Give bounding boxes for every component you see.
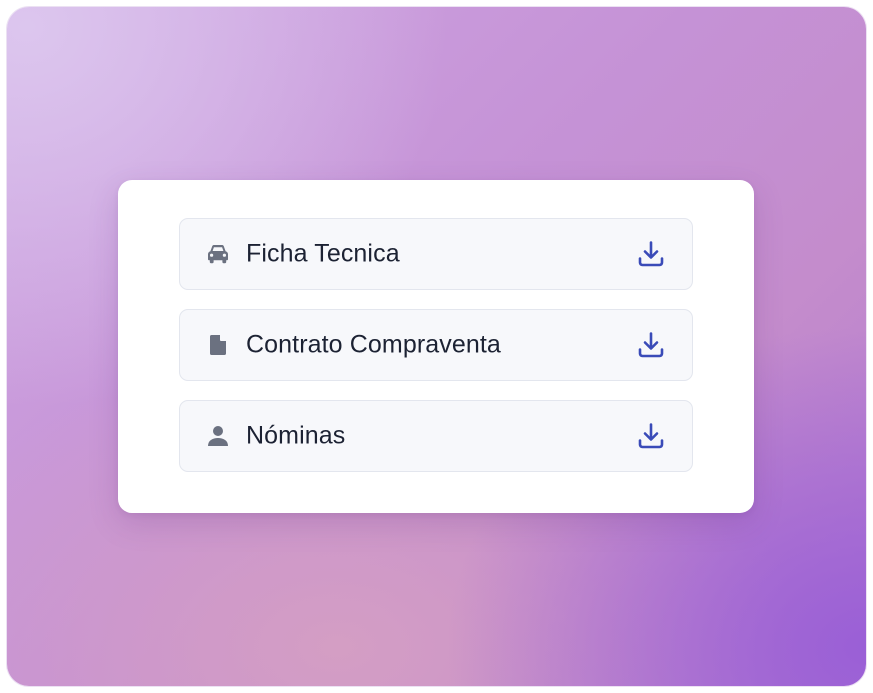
download-item-label: Nóminas — [246, 421, 346, 450]
download-icon[interactable] — [634, 328, 668, 362]
download-item-nominas[interactable]: Nóminas — [179, 400, 693, 472]
download-icon[interactable] — [634, 419, 668, 453]
download-item-label: Contrato Compraventa — [246, 330, 501, 359]
download-item-ficha-tecnica[interactable]: Ficha Tecnica — [179, 218, 693, 290]
car-icon — [207, 243, 229, 265]
download-item-contrato-compraventa[interactable]: Contrato Compraventa — [179, 309, 693, 381]
downloads-list: Ficha Tecnica Contrato Compraventa Nómin… — [179, 218, 693, 472]
document-icon — [207, 334, 229, 356]
download-icon[interactable] — [634, 237, 668, 271]
user-icon — [207, 425, 229, 447]
download-item-label: Ficha Tecnica — [246, 239, 400, 268]
gradient-background: Ficha Tecnica Contrato Compraventa Nómin… — [7, 7, 866, 686]
downloads-card: Ficha Tecnica Contrato Compraventa Nómin… — [118, 180, 754, 513]
